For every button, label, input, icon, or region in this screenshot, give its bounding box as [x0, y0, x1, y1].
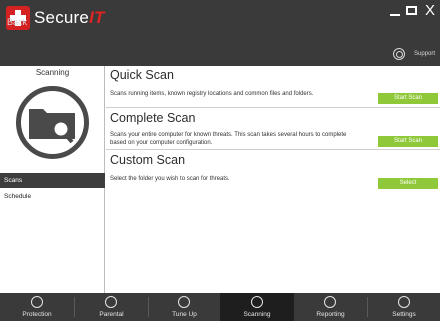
complete-scan-title: Complete Scan — [110, 111, 196, 125]
app-name: SecureIT — [34, 8, 105, 27]
tab-scanning[interactable]: Scanning — [220, 293, 294, 321]
tab-label: Reporting — [316, 311, 345, 318]
people-icon — [105, 296, 117, 308]
folder-scan-icon — [16, 86, 89, 159]
scan-icon — [251, 296, 263, 308]
gear-icon — [398, 296, 410, 308]
support-link[interactable]: Support — [414, 51, 435, 57]
tab-tune-up[interactable]: Tune Up — [149, 293, 220, 321]
custom-scan-title: Custom Scan — [110, 153, 186, 167]
tab-label: Parental — [99, 311, 124, 318]
tab-reporting[interactable]: Reporting — [294, 293, 367, 321]
sidebar-item-scans[interactable]: Scans — [0, 173, 105, 188]
tab-parental[interactable]: Parental — [75, 293, 148, 321]
minimize-button[interactable] — [390, 4, 400, 20]
maximize-button[interactable] — [406, 3, 417, 19]
quick-scan-title: Quick Scan — [110, 68, 174, 82]
custom-scan-description: Select the folder you wish to scan for t… — [110, 176, 230, 182]
tab-label: Tune Up — [172, 311, 197, 318]
quick-scan-description: Scans running items, known registry loca… — [110, 91, 314, 97]
lock-icon — [31, 296, 43, 308]
tab-protection[interactable]: Protection — [0, 293, 74, 321]
quick-scan-start-button[interactable]: Start Scan — [378, 93, 438, 104]
lifebuoy-icon[interactable] — [393, 48, 405, 60]
sidebar-item-schedule[interactable]: Schedule — [0, 189, 105, 204]
custom-scan-select-button[interactable]: Select — [378, 178, 438, 189]
section-divider — [106, 107, 440, 108]
speedometer-icon — [178, 296, 190, 308]
complete-scan-description: Scans your entire computer for known thr… — [110, 132, 347, 146]
tab-settings[interactable]: Settings — [368, 293, 440, 321]
back-button[interactable]: Back — [7, 17, 27, 27]
complete-scan-start-button[interactable]: Start Scan — [378, 136, 438, 147]
tab-label: Settings — [392, 311, 416, 318]
tab-label: Protection — [22, 311, 52, 318]
section-divider — [106, 149, 440, 150]
tab-label: Scanning — [243, 311, 271, 318]
close-button[interactable]: X — [425, 3, 435, 19]
sidebar-title: Scanning — [35, 68, 70, 77]
nav-bar — [0, 35, 440, 66]
report-icon — [324, 296, 336, 308]
